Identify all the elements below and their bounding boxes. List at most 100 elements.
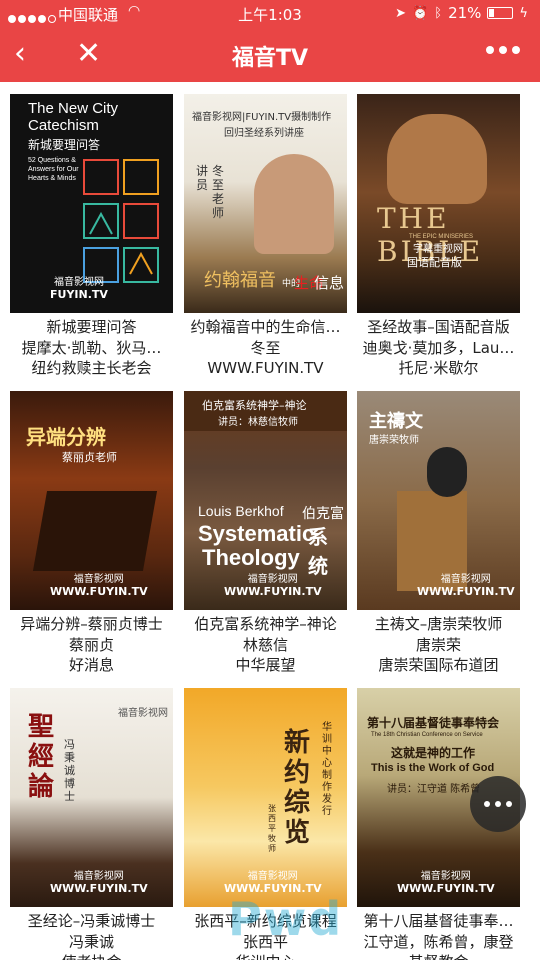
video-cover[interactable]: 异端分辨 蔡丽贞老师 福音影视网 WWW.FUYIN.TV	[10, 391, 173, 610]
catechism-graphic	[83, 159, 159, 283]
fuyin-logo: 福音影视网 FUYIN.TV	[50, 277, 108, 301]
cover-text: 新约综览	[284, 728, 311, 848]
video-card[interactable]: 异端分辨 蔡丽贞老师 福音影视网 WWW.FUYIN.TV 异端分辨–蔡丽贞博士 …	[10, 391, 173, 676]
video-speaker: 江守道，陈希曾，康登	[363, 932, 514, 951]
video-cover[interactable]: 福音影视网 聖經論 冯秉诚博士 福音影视网 WWW.FUYIN.TV	[10, 688, 173, 907]
cover-text: 伯克富系统神学–神论	[202, 399, 307, 412]
video-card[interactable]: 福音影视网 聖經論 冯秉诚博士 福音影视网 WWW.FUYIN.TV 圣经论–冯秉…	[10, 688, 173, 960]
video-meta: 伯克富系统神学–神论 林慈信 中华展望	[184, 610, 347, 676]
video-source: 基督教会	[357, 952, 520, 960]
fuyin-logo: 福音影视网 WWW.FUYIN.TV	[50, 871, 148, 895]
video-speaker: 蔡丽贞	[68, 635, 114, 654]
cover-text: 国语配音版	[407, 256, 462, 269]
video-source: 好消息	[68, 656, 114, 674]
cover-text: 主禱文	[369, 411, 423, 432]
video-speaker: 提摩太·凯勒、狄马…	[21, 338, 162, 357]
more-options-icon[interactable]	[486, 46, 520, 54]
video-cover[interactable]: The New City Catechism 新城要理问答 52 Questio…	[10, 94, 173, 313]
video-meta: 异端分辨–蔡丽贞博士 蔡丽贞 好消息	[10, 610, 173, 676]
cover-text: 异端分辨	[26, 425, 106, 449]
video-meta: 主祷文–唐崇荣牧师 唐崇荣 唐崇荣国际布道团	[357, 610, 520, 676]
cover-figure	[387, 114, 487, 204]
speaker-figure	[427, 447, 467, 497]
video-title: 伯克富系统神学–神论	[194, 615, 337, 633]
cover-text: 第十八届基督徒事奉特会	[367, 716, 500, 730]
bluetooth-icon: ᛒ	[434, 5, 443, 21]
video-title: 约翰福音中的生命信…	[190, 318, 341, 336]
video-card[interactable]: 主禱文 唐崇荣牧师 福音影视网 WWW.FUYIN.TV 主祷文–唐崇荣牧师 唐崇…	[357, 391, 520, 676]
video-meta: 圣经故事–国语配音版 迪奥戈·莫加多，Lau… 托尼·米歇尔	[357, 313, 520, 379]
video-speaker: 林慈信	[242, 635, 288, 654]
cover-text: The New City	[28, 100, 119, 117]
alarm-icon: ⏰	[412, 5, 429, 21]
cover-text: 这就是神的工作	[391, 746, 476, 760]
fuyin-logo: 福音影视网 WWW.FUYIN.TV	[50, 574, 148, 598]
video-source: 纽约救赎主长老会	[31, 359, 152, 377]
video-speaker: 迪奥戈·莫加多，Lau…	[362, 338, 515, 357]
cover-text: 聖經論	[28, 712, 55, 802]
cover-text: 讲员：林慈信牧师	[218, 417, 298, 428]
cover-text: The 18th Christian Conference on Service	[371, 732, 483, 738]
cover-text: This is the Work of God	[371, 762, 495, 774]
cover-text: 约翰福音	[204, 270, 276, 291]
video-card[interactable]: THE BIBLE THE EPIC MINISERIES 字幕重视网 国语配音…	[357, 94, 520, 379]
video-title: 异端分辨–蔡丽贞博士	[20, 615, 163, 633]
cover-text: 张西平牧师	[268, 804, 276, 853]
cover-text: Systematic	[198, 521, 315, 546]
nav-bar: ‹ ✕ 福音TV	[0, 28, 540, 82]
cover-text: 唐崇荣牧师	[369, 435, 419, 446]
cover-text: 新城要理问答	[28, 138, 101, 152]
video-title: 第十八届基督徒事奉…	[363, 912, 514, 930]
cover-text: 冬至老师	[212, 164, 225, 220]
battery-percent: 21%	[448, 4, 482, 22]
cover-text: Catechism	[28, 117, 99, 134]
video-source: 华训中心	[184, 952, 347, 960]
video-speaker: 唐崇荣	[415, 635, 461, 654]
video-source: WWW.FUYIN.TV	[207, 359, 324, 377]
cover-text: 讲员	[196, 164, 209, 192]
video-source: 唐崇荣国际布道团	[378, 656, 499, 674]
cover-text: 华训中心制作发行	[322, 722, 332, 817]
video-speaker: 冯秉诚	[68, 932, 114, 951]
cover-text: 信息	[314, 274, 345, 292]
cover-text: 冯秉诚博士	[64, 738, 75, 803]
video-cover[interactable]: 新约综览 华训中心制作发行 张西平牧师 福音影视网 WWW.FUYIN.TV	[184, 688, 347, 907]
video-speaker: 冬至	[250, 338, 281, 357]
cover-text: Louis Berkhof	[198, 503, 284, 519]
video-source: 托尼·米歇尔	[398, 359, 479, 377]
site-watermark: Pwd	[228, 892, 344, 946]
floating-more-button[interactable]	[470, 776, 526, 832]
video-card[interactable]: The New City Catechism 新城要理问答 52 Questio…	[10, 94, 173, 379]
video-title: 主祷文–唐崇荣牧师	[374, 615, 503, 633]
cover-text: 蔡丽贞老师	[62, 451, 117, 464]
cover-text: 回归圣经系列讲座	[224, 128, 304, 139]
video-cover[interactable]: 福音影视网|FUYIN.TV摄制制作 回归圣经系列讲座 讲员 冬至老师 约翰福音…	[184, 94, 347, 313]
cover-text: 伯克富	[302, 506, 344, 522]
fuyin-logo: 福音影视网 WWW.FUYIN.TV	[417, 574, 515, 598]
cover-text: 讲员：江守道 陈希曾	[387, 784, 481, 795]
video-source: 中华展望	[235, 656, 296, 674]
video-meta: 约翰福音中的生命信… 冬至 WWW.FUYIN.TV	[184, 313, 347, 379]
video-cover[interactable]: THE BIBLE THE EPIC MINISERIES 字幕重视网 国语配音…	[357, 94, 520, 313]
video-source: 使者协会	[10, 952, 173, 960]
cover-text: 字幕重视网	[413, 244, 463, 255]
cover-text: 系统	[308, 525, 328, 578]
location-icon: ➤	[395, 5, 407, 21]
video-title: 新城要理问答	[46, 318, 137, 336]
cover-text: 52 Questions & Answers for Our Hearts & …	[28, 157, 79, 182]
video-title: 圣经论–冯秉诚博士	[27, 912, 156, 930]
battery-icon	[487, 7, 514, 19]
video-card[interactable]: 伯克富系统神学–神论 讲员：林慈信牧师 Louis Berkhof 伯克富 Sy…	[184, 391, 347, 676]
video-card[interactable]: 福音影视网|FUYIN.TV摄制制作 回归圣经系列讲座 讲员 冬至老师 约翰福音…	[184, 94, 347, 379]
fuyin-logo: 福音影视网 WWW.FUYIN.TV	[224, 574, 322, 598]
video-cover[interactable]: 主禱文 唐崇荣牧师 福音影视网 WWW.FUYIN.TV	[357, 391, 520, 610]
speaker-photo	[254, 154, 334, 254]
fuyin-logo: 福音影视网 WWW.FUYIN.TV	[397, 871, 495, 895]
video-cover[interactable]: 伯克富系统神学–神论 讲员：林慈信牧师 Louis Berkhof 伯克富 Sy…	[184, 391, 347, 610]
video-meta: 新城要理问答 提摩太·凯勒、狄马… 纽约救赎主长老会	[10, 313, 173, 379]
cover-text: Theology	[202, 545, 300, 570]
page-title: 福音TV	[231, 46, 309, 71]
video-title: 圣经故事–国语配音版	[367, 318, 510, 336]
bible-image	[32, 491, 158, 571]
cover-text: 福音影视网	[118, 708, 168, 719]
